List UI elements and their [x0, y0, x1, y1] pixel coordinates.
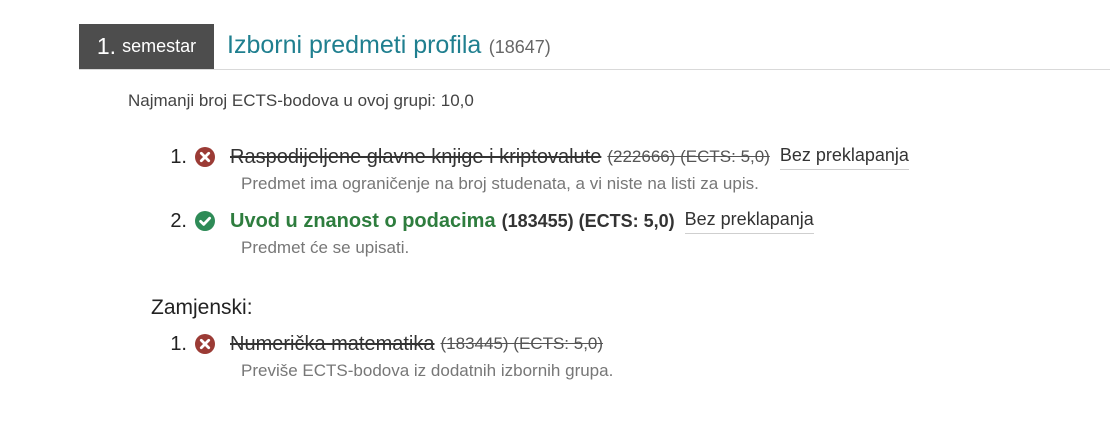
subject-code-ects: (222666) (ECTS: 5,0) — [607, 147, 770, 166]
subject-name: Raspodijeljene glavne knjige i kriptoval… — [230, 145, 602, 168]
item-number: 2. — [170, 209, 187, 232]
group-name: Izborni predmeti profila — [227, 31, 482, 59]
semester-group-header: 1. semestar Izborni predmeti profila (18… — [79, 24, 1110, 70]
group-title: Izborni predmeti profila (18647) — [227, 31, 551, 60]
semester-number: 1. — [96, 33, 117, 59]
no-overlap-link[interactable]: Bez preklapanja — [779, 145, 909, 170]
check-circle-icon — [195, 211, 215, 231]
replacement-item: 1. Numerička matematika (183445) (ECTS: … — [163, 329, 613, 381]
item-note: Predmet će se upisati. — [241, 238, 410, 257]
subject-row: 1. Raspodijeljene glavne knjige i kripto… — [163, 142, 909, 172]
item-note: Previše ECTS-bodova iz dodatnih izbornih… — [241, 361, 614, 380]
group-code: (18647) — [488, 37, 551, 57]
replacements-label: Zamjenski: — [151, 296, 253, 319]
subject-row: 1. Numerička matematika (183445) (ECTS: … — [163, 329, 613, 359]
subject-item: 2. Uvod u znanost o podacima (183455) (E… — [163, 206, 814, 258]
subject-item: 1. Raspodijeljene glavne knjige i kripto… — [163, 142, 909, 194]
semester-label: semestar — [122, 36, 197, 56]
no-overlap-link[interactable]: Bez preklapanja — [684, 209, 814, 234]
subject-name: Uvod u znanost o podacima — [230, 209, 496, 232]
subject-code-ects: (183455) (ECTS: 5,0) — [501, 210, 675, 231]
item-number: 1. — [170, 145, 187, 168]
min-ects-info: Najmanji broj ECTS-bodova u ovoj grupi: … — [128, 91, 474, 110]
subject-row: 2. Uvod u znanost o podacima (183455) (E… — [163, 206, 814, 236]
times-circle-icon — [195, 334, 215, 354]
subject-name: Numerička matematika — [230, 332, 435, 355]
subject-code-ects: (183445) (ECTS: 5,0) — [440, 334, 604, 353]
item-number: 1. — [170, 332, 187, 355]
item-note: Predmet ima ograničenje na broj studenat… — [241, 174, 759, 193]
semester-badge: 1. semestar — [79, 24, 214, 69]
page: 1. semestar Izborni predmeti profila (18… — [0, 0, 1110, 421]
times-circle-icon — [195, 147, 215, 167]
